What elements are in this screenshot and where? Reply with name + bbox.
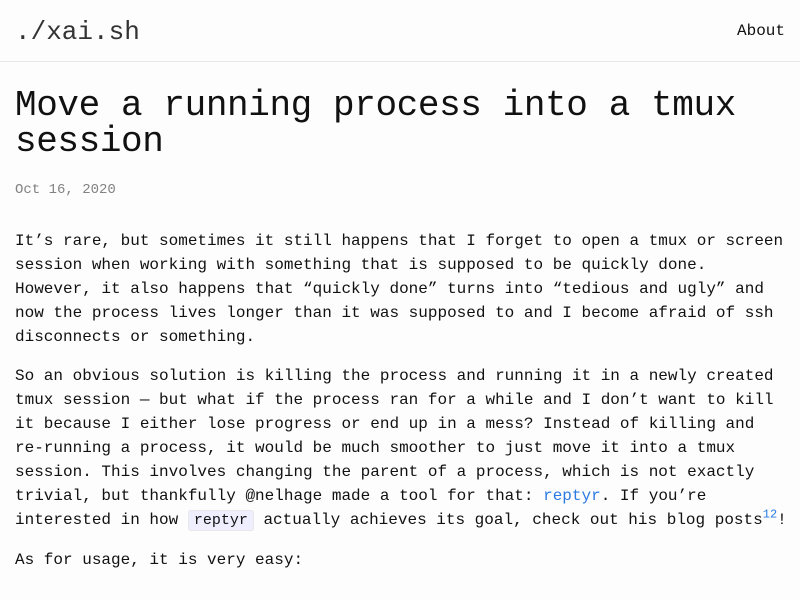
- paragraph-text: !: [777, 511, 787, 529]
- post-article: Move a running process into a tmux sessi…: [15, 88, 787, 587]
- footnote-refs: 12: [763, 508, 777, 522]
- paragraph-intro: It’s rare, but sometimes it still happen…: [15, 232, 784, 346]
- paragraph-solution: So an obvious solution is killing the pr…: [15, 364, 787, 533]
- nav-about-link[interactable]: About: [737, 21, 785, 41]
- reptyr-link[interactable]: reptyr: [543, 487, 601, 505]
- site-title-link[interactable]: ./xai.sh: [15, 14, 140, 50]
- footnote-ref-1[interactable]: 1: [763, 508, 770, 522]
- site-header: ./xai.sh About: [0, 0, 800, 62]
- inline-code-reptyr: reptyr: [187, 510, 254, 531]
- post-title: Move a running process into a tmux sessi…: [15, 85, 736, 162]
- paragraph-text: actually achieves its goal, check out hi…: [253, 511, 763, 529]
- paragraph-text: So an obvious solution is killing the pr…: [15, 367, 774, 505]
- paragraph-usage: As for usage, it is very easy:: [15, 551, 304, 569]
- post-content: It’s rare, but sometimes it still happen…: [15, 229, 787, 572]
- post-date: Oct 16, 2020: [15, 182, 116, 198]
